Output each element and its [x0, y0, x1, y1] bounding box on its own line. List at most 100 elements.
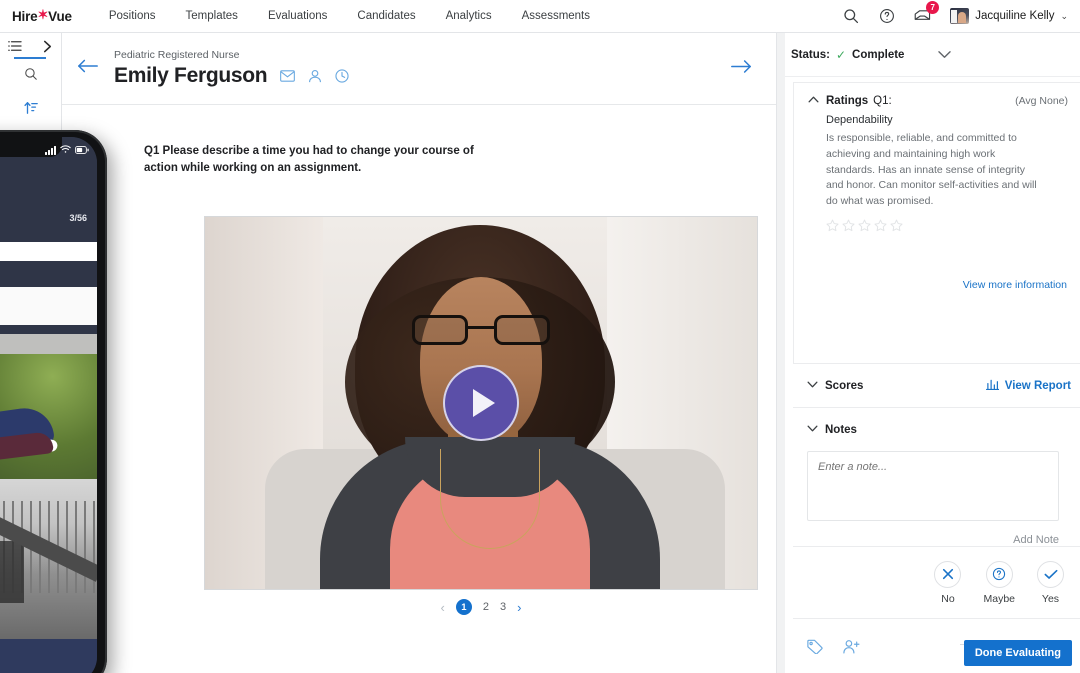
status-chevron-down-icon[interactable]: [938, 50, 951, 59]
star-icon[interactable]: [874, 219, 887, 237]
add-user-icon[interactable]: [843, 639, 860, 654]
envelope-icon[interactable]: [280, 70, 295, 82]
arrow-left-icon: [77, 58, 99, 79]
star-icon[interactable]: [890, 219, 903, 237]
back-button[interactable]: [62, 58, 114, 79]
panel-gutter: [777, 33, 785, 673]
view-report-label: View Report: [1005, 380, 1071, 392]
candidate-meta: Pediatric Registered Nurse Emily Ferguso…: [114, 49, 349, 88]
brand-star-icon: ✶: [37, 7, 48, 23]
nav-right-cluster: 7 Jacquiline Kelly ⌄: [842, 7, 1080, 25]
hirevue-logo[interactable]: Hire✶Vue: [12, 8, 72, 24]
verdict-maybe-label: Maybe: [983, 593, 1015, 605]
status-row: Status: ✓ Complete: [785, 33, 1080, 77]
phone-white-band-1: [0, 242, 97, 261]
add-note-button[interactable]: Add Note: [807, 534, 1059, 546]
list-menu-icon[interactable]: [8, 40, 22, 52]
competency-description: Is responsible, reliable, and committed …: [826, 131, 1044, 210]
star-icon[interactable]: [842, 219, 855, 237]
nav-item-evaluations[interactable]: Evaluations: [253, 10, 342, 22]
verdict-actions: No Maybe Yes: [793, 546, 1080, 618]
chevron-right-icon[interactable]: [42, 40, 53, 53]
candidate-position-label: Pediatric Registered Nurse: [114, 49, 349, 61]
phone-photo-shoes: [0, 354, 97, 479]
check-icon: ✓: [836, 48, 846, 62]
status-label: Status:: [791, 49, 830, 61]
candidate-name-row: Emily Ferguson: [114, 64, 349, 88]
search-icon[interactable]: [842, 7, 860, 25]
phone-counter-label: 3/56: [69, 213, 87, 223]
wifi-icon: [60, 141, 71, 159]
brand-text-post: Vue: [48, 9, 72, 24]
bar-chart-icon: [986, 378, 999, 393]
phone-footer-block: [0, 639, 97, 673]
pagination-page-3[interactable]: 3: [500, 601, 506, 613]
next-candidate-button[interactable]: [730, 58, 752, 79]
notes-title: Notes: [825, 424, 857, 436]
help-circle-icon[interactable]: [878, 7, 896, 25]
ratings-section: Ratings Q1: (Avg None) Dependability Is …: [793, 82, 1080, 363]
search-icon: [24, 67, 38, 86]
phone-dark-band-1: [0, 261, 97, 287]
competency-name: Dependability: [826, 114, 1068, 126]
done-evaluating-button[interactable]: Done Evaluating: [964, 640, 1072, 666]
pagination-next[interactable]: ›: [517, 600, 521, 615]
verdict-maybe-button[interactable]: Maybe: [983, 561, 1015, 605]
view-more-information-link[interactable]: View more information: [963, 279, 1067, 291]
phone-dark-band-2: [0, 325, 97, 334]
note-input[interactable]: [807, 451, 1059, 521]
rail-active-indicator: [14, 57, 46, 60]
close-x-icon: [934, 561, 961, 588]
interview-video-player[interactable]: [204, 216, 758, 590]
video-pagination: ‹ 1 2 3 ›: [204, 599, 758, 615]
nav-item-analytics[interactable]: Analytics: [431, 10, 507, 22]
nav-item-candidates[interactable]: Candidates: [342, 10, 430, 22]
clock-icon[interactable]: [335, 69, 349, 83]
ratings-average: (Avg None): [1015, 95, 1068, 107]
rail-header: [0, 33, 61, 59]
phone-screen: 3/56: [0, 137, 97, 673]
panel-footer: Done Evaluating: [793, 618, 1080, 673]
nav-item-assessments[interactable]: Assessments: [507, 10, 605, 22]
chevron-down-icon[interactable]: [807, 380, 818, 390]
pagination-page-2[interactable]: 2: [483, 601, 489, 613]
star-rating[interactable]: [826, 219, 1068, 237]
avatar: [950, 8, 969, 24]
star-icon[interactable]: [858, 219, 871, 237]
app-root: Hire✶Vue Positions Templates Evaluations…: [0, 0, 1080, 673]
chevron-down-icon[interactable]: [807, 424, 818, 434]
rail-search-button[interactable]: [0, 59, 61, 93]
brand-text-pre: Hire: [12, 9, 37, 24]
inbox-badge-count: 7: [926, 1, 939, 14]
pagination-prev[interactable]: ‹: [441, 600, 445, 615]
verdict-yes-label: Yes: [1042, 593, 1059, 605]
main-nav-links: Positions Templates Evaluations Candidat…: [94, 10, 605, 22]
nav-item-templates[interactable]: Templates: [171, 10, 253, 22]
inbox-icon[interactable]: 7: [914, 7, 932, 25]
check-icon: [1037, 561, 1064, 588]
star-icon[interactable]: [826, 219, 839, 237]
user-name-label: Jacquiline Kelly: [975, 10, 1054, 22]
phone-white-band-2: [0, 287, 97, 325]
battery-icon: [75, 141, 89, 159]
play-icon[interactable]: [443, 365, 519, 441]
arrow-right-icon: [730, 61, 752, 78]
sort-ascending-icon: [24, 101, 38, 120]
verdict-no-button[interactable]: No: [934, 561, 961, 605]
cellular-signal-icon: [45, 146, 56, 155]
user-profile-icon[interactable]: [308, 69, 322, 83]
verdict-yes-button[interactable]: Yes: [1037, 561, 1064, 605]
view-report-button[interactable]: View Report: [986, 378, 1071, 393]
phone-gray-band: [0, 334, 97, 354]
ratings-header: Ratings Q1: (Avg None): [808, 95, 1068, 107]
rail-sort-button[interactable]: [0, 93, 61, 127]
pagination-page-1[interactable]: 1: [456, 599, 472, 615]
status-badge: Complete: [852, 49, 904, 61]
main-content: Pediatric Registered Nurse Emily Ferguso…: [62, 33, 777, 673]
evaluation-panel: Status: ✓ Complete Ratings Q1: (Avg None…: [785, 33, 1080, 673]
nav-item-positions[interactable]: Positions: [94, 10, 171, 22]
user-menu[interactable]: Jacquiline Kelly ⌄: [950, 8, 1068, 24]
tag-icon[interactable]: [807, 639, 823, 654]
chevron-up-icon[interactable]: [808, 95, 819, 105]
question-mark-icon: [986, 561, 1013, 588]
